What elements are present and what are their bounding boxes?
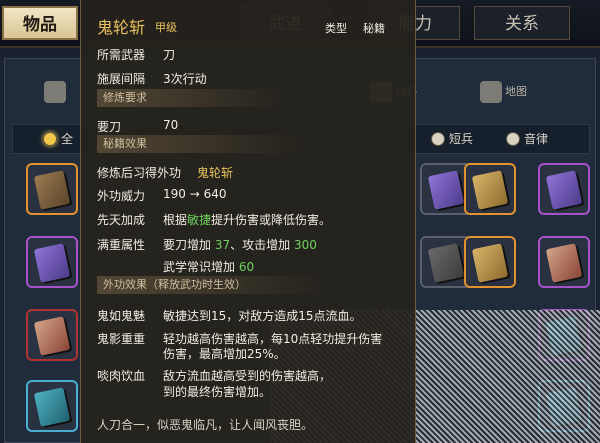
scroll-icon [44,81,66,103]
filter-radio-music[interactable] [506,132,520,146]
book-icon [33,387,71,427]
category-map[interactable]: 地图 [480,78,527,106]
item-slot[interactable] [26,236,78,288]
full-label: 满重属性 [97,238,146,252]
innate-label: 先天加成 [97,213,146,227]
learn-label: 修炼后习得外功 [97,166,182,180]
req-name: 要刀 [97,120,122,134]
type-label: 类型 [325,22,347,35]
tooltip-quote: 人刀合一，似恶鬼临凡，让人闻风丧胆。 [97,418,314,432]
learn-value: 鬼轮斩 [197,166,234,180]
book-icon [427,170,465,210]
item-tooltip: 鬼轮斩 甲级 类型 秘籍 所需武器 刀 施展间隔 3次行动 修炼要求 要刀 70… [80,0,416,443]
filter-label: 全 [61,132,74,146]
innate-pre: 根据 [163,213,188,227]
effect3-text-2: 到的最终伤害增加。 [163,385,272,399]
tooltip-grade: 甲级 [155,21,177,34]
innate-highlight: 敏捷 [187,213,212,227]
item-slot[interactable] [538,163,590,215]
item-slot[interactable] [464,236,516,288]
innate-text: 根据敏捷提升伤害或降低伤害。 [163,211,331,228]
item-slot[interactable] [26,163,78,215]
effect2-text-2: 伤害，最高增加25%。 [163,347,286,361]
interval-label: 施展间隔 [97,72,146,86]
req-value: 70 [163,118,179,132]
filter-radio-short[interactable] [431,132,445,146]
item-slot[interactable] [464,163,516,215]
full-b-value: 300 [293,238,317,252]
category-label: 地图 [505,85,527,98]
interval-value: 3次行动 [163,72,207,86]
effect3-label: 啖肉饮血 [97,369,146,383]
filter-radio-all[interactable] [43,132,57,146]
section-effect: 秘籍效果 [97,135,303,153]
power-label: 外功威力 [97,189,146,203]
filter-label: 音律 [524,132,549,146]
book-icon [545,243,583,283]
book-icon [33,243,71,283]
innate-post: 提升伤害或降低伤害。 [211,213,332,227]
full-c-value: 60 [238,260,255,274]
book-icon [33,170,71,210]
map-icon [480,81,502,103]
full-b: 、攻击增加 [230,238,291,252]
book-icon [33,316,71,356]
tab-items[interactable]: 物品 [2,6,78,40]
full-c: 武学常识增加 [163,260,236,274]
book-icon [471,243,509,283]
full-text-2: 武学常识增加 60 [163,258,254,275]
item-slot[interactable] [26,309,78,361]
full-a-value: 37 [214,238,231,252]
filter-label: 短兵 [449,132,474,146]
item-slot[interactable] [26,380,78,432]
effect3-text: 敌方流血越高受到的伤害越高， [163,369,332,383]
section-external: 外功效果（释放武功时生效） [97,276,323,294]
weapon-label: 所需武器 [97,48,146,62]
full-text: 要刀增加 37、攻击增加 300 [163,236,317,253]
book-icon [545,170,583,210]
effect1-text: 敏捷达到15，对敌方造成15点流血。 [163,309,362,323]
book-icon [471,170,509,210]
item-slot[interactable] [538,236,590,288]
category-scroll[interactable] [44,78,69,106]
book-icon [427,243,465,283]
section-requirement: 修炼要求 [97,89,283,107]
tab-relation[interactable]: 关系 [474,6,570,40]
power-value: 190 → 640 [163,187,227,201]
full-a: 要刀增加 [163,238,212,252]
tooltip-title: 鬼轮斩 [97,18,146,37]
type-value: 秘籍 [363,22,385,35]
effect1-label: 鬼如鬼魅 [97,309,146,323]
effect2-label: 鬼影重重 [97,332,146,346]
weapon-value: 刀 [163,48,176,62]
